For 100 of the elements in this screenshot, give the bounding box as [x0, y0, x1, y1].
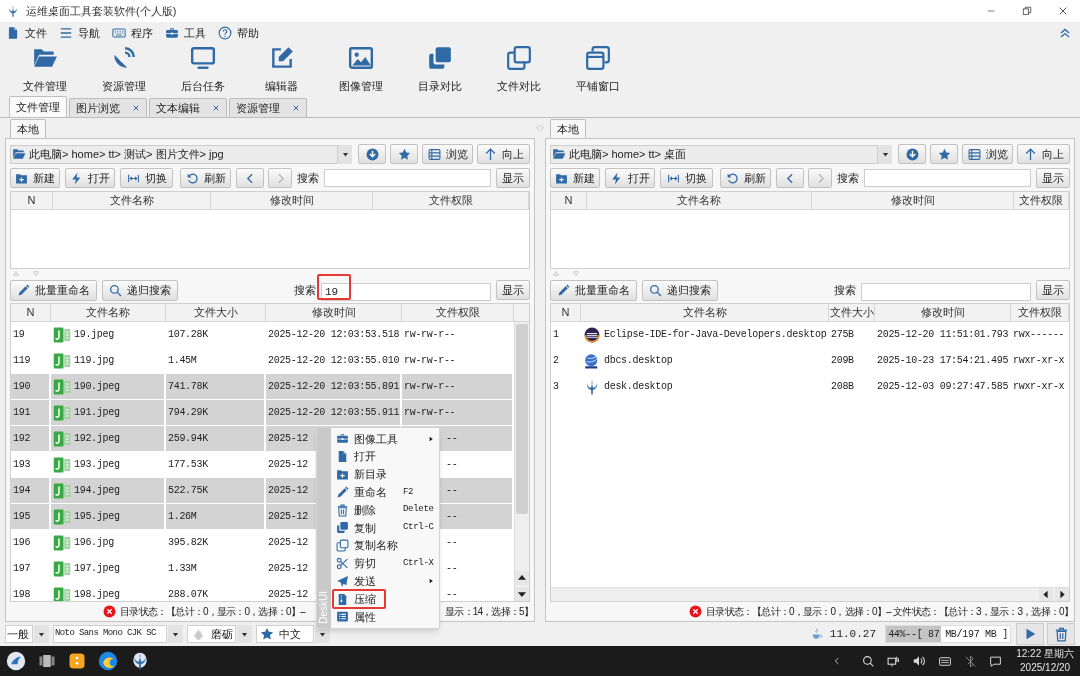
search-field[interactable]: 19 — [321, 283, 491, 301]
browse-button[interactable]: 浏览 — [962, 144, 1013, 164]
image-file-icon — [53, 325, 71, 344]
browse-button[interactable]: 浏览 — [422, 144, 473, 164]
dropdown-button[interactable] — [878, 144, 892, 164]
run-button[interactable] — [1016, 623, 1044, 645]
refresh-button[interactable]: 刷新 — [180, 168, 231, 188]
favorite-button[interactable] — [930, 144, 958, 164]
toolbar-button[interactable]: 资源管理 — [84, 44, 163, 96]
table-cell-text: 198.jpeg — [74, 588, 120, 601]
download-button[interactable] — [898, 144, 926, 164]
scissors-icon — [336, 556, 349, 570]
new-button[interactable]: 新建 — [550, 168, 600, 188]
search-field[interactable] — [324, 169, 491, 187]
menu-item[interactable]: 属性 — [331, 607, 439, 626]
column-header: 文件名称 — [51, 304, 166, 321]
switch-button[interactable]: 切换 — [120, 168, 173, 188]
star-icon — [397, 147, 411, 161]
file-icon — [6, 26, 20, 40]
show-button[interactable]: 显示 — [1036, 168, 1070, 188]
table-row[interactable]: 190 190.jpeg 741.78K 2025-12-20 12:03:55.891 rw-rw-r-- — [11, 374, 514, 400]
search-field[interactable] — [861, 283, 1031, 301]
dropdown-button[interactable] — [237, 625, 252, 643]
menu-item[interactable]: 文件 — [4, 24, 49, 42]
download-button[interactable] — [358, 144, 386, 164]
combo-box[interactable]: 一般 — [5, 625, 33, 643]
batch-rename-button[interactable]: 批量重命名 — [550, 279, 637, 301]
up-button[interactable]: 向上 — [477, 144, 530, 164]
toolbar-button[interactable]: 平铺窗口 — [558, 44, 637, 96]
toolbox-icon — [336, 432, 349, 446]
folder-icon — [551, 147, 567, 161]
batch-rename-button[interactable]: 批量重命名 — [10, 279, 97, 301]
toolbar-button[interactable]: 目录对比 — [400, 44, 479, 96]
tab[interactable]: 文本编辑 — [149, 98, 227, 117]
path-field[interactable]: 此电脑> home> tt> 测试> 图片文件> jpg — [10, 144, 338, 164]
menu-item[interactable]: 导航 — [57, 24, 102, 42]
scroll-left-icon — [1039, 588, 1053, 601]
toolbar-button[interactable]: 后台任务 — [163, 44, 242, 96]
toolbar-button[interactable]: 图像管理 — [321, 44, 400, 96]
clear-button[interactable] — [1047, 623, 1075, 645]
table-cell-text: 194.jpeg — [74, 484, 120, 498]
show-button[interactable]: 显示 — [496, 168, 530, 188]
table-cell: 208B — [829, 374, 875, 399]
pencil-icon — [17, 283, 30, 297]
memory-text: 44%--[ 87 MB/197 MB ] — [887, 627, 1009, 642]
status-text: 显示：14，选择：5】 — [445, 605, 533, 619]
toolbar-button[interactable]: 编辑器 — [242, 44, 321, 96]
tab[interactable]: 资源管理 — [229, 98, 307, 117]
dropdown-button[interactable] — [168, 625, 183, 643]
bluetooth-off-icon — [964, 654, 978, 668]
table-cell-text: 190.jpeg — [74, 380, 120, 394]
tab[interactable]: 本地 — [10, 119, 46, 138]
dropdown-button[interactable] — [34, 625, 49, 643]
table-cell-text: 196.jpg — [74, 536, 114, 550]
tab[interactable]: 文件管理 — [9, 96, 67, 117]
toolbar-button[interactable]: 文件管理 — [5, 44, 84, 96]
combo-box[interactable]: 中文 — [256, 625, 314, 643]
refresh-button[interactable]: 刷新 — [720, 168, 771, 188]
keyboard-icon — [938, 654, 953, 668]
menu-item[interactable]: 帮助 — [216, 24, 261, 42]
show-button[interactable]: 显示 — [496, 280, 530, 300]
image-file-icon — [53, 455, 71, 474]
scrollbar[interactable] — [514, 322, 529, 601]
window-title: 运维桌面工具套装软件(个人版) — [26, 3, 177, 19]
combo-box[interactable]: 磨砺 — [187, 625, 236, 643]
scrollbar-thumb[interactable] — [516, 324, 528, 514]
column-header: 修改时间 — [211, 192, 373, 209]
recursive-search-button[interactable]: 递归搜索 — [642, 279, 718, 301]
dropdown-button[interactable] — [338, 144, 352, 164]
clock-date[interactable]: 2025/12/20 — [1020, 661, 1071, 675]
app-icon — [130, 650, 150, 672]
clock-time[interactable]: 12:22 星期六 — [1016, 647, 1074, 661]
recursive-search-button[interactable]: 递归搜索 — [102, 279, 178, 301]
back-button[interactable] — [236, 168, 264, 188]
column-header: 文件大小 — [829, 304, 875, 321]
arrow-up-icon — [1023, 147, 1037, 161]
favorite-button[interactable] — [390, 144, 418, 164]
table-cell-text: 119.jpg — [74, 354, 114, 368]
search-field[interactable] — [864, 169, 1031, 187]
switch-button[interactable]: 切换 — [660, 168, 713, 188]
open-button[interactable]: 打开 — [65, 168, 115, 188]
combo-box[interactable]: Noto Sans Mono CJK SC — [53, 625, 167, 643]
show-button[interactable]: 显示 — [1036, 280, 1070, 300]
table-cell-text: 191.jpeg — [74, 406, 120, 420]
tab[interactable]: 本地 — [550, 119, 586, 138]
menu-item[interactable]: 工具 — [163, 24, 208, 42]
open-button[interactable]: 打开 — [605, 168, 655, 188]
path-field[interactable]: 此电脑> home> tt> 桌面 — [550, 144, 878, 164]
column-header: 文件名称 — [587, 192, 812, 209]
tab[interactable]: 图片浏览 — [69, 98, 147, 117]
up-button[interactable]: 向上 — [1017, 144, 1070, 164]
table-row[interactable]: 191 191.jpeg 794.29K 2025-12-20 12:03:55.911 rw-rw-r-- — [11, 400, 514, 426]
menu-item[interactable]: 压缩 — [331, 590, 439, 608]
network-icon — [887, 654, 901, 668]
menu-item[interactable]: 程序 — [110, 24, 155, 42]
toolbar-button[interactable]: 文件对比 — [479, 44, 558, 96]
new-button[interactable]: 新建 — [10, 168, 60, 188]
scrollbar[interactable] — [551, 587, 1069, 601]
back-button[interactable] — [776, 168, 804, 188]
column-header: 文件权限 — [373, 192, 529, 209]
